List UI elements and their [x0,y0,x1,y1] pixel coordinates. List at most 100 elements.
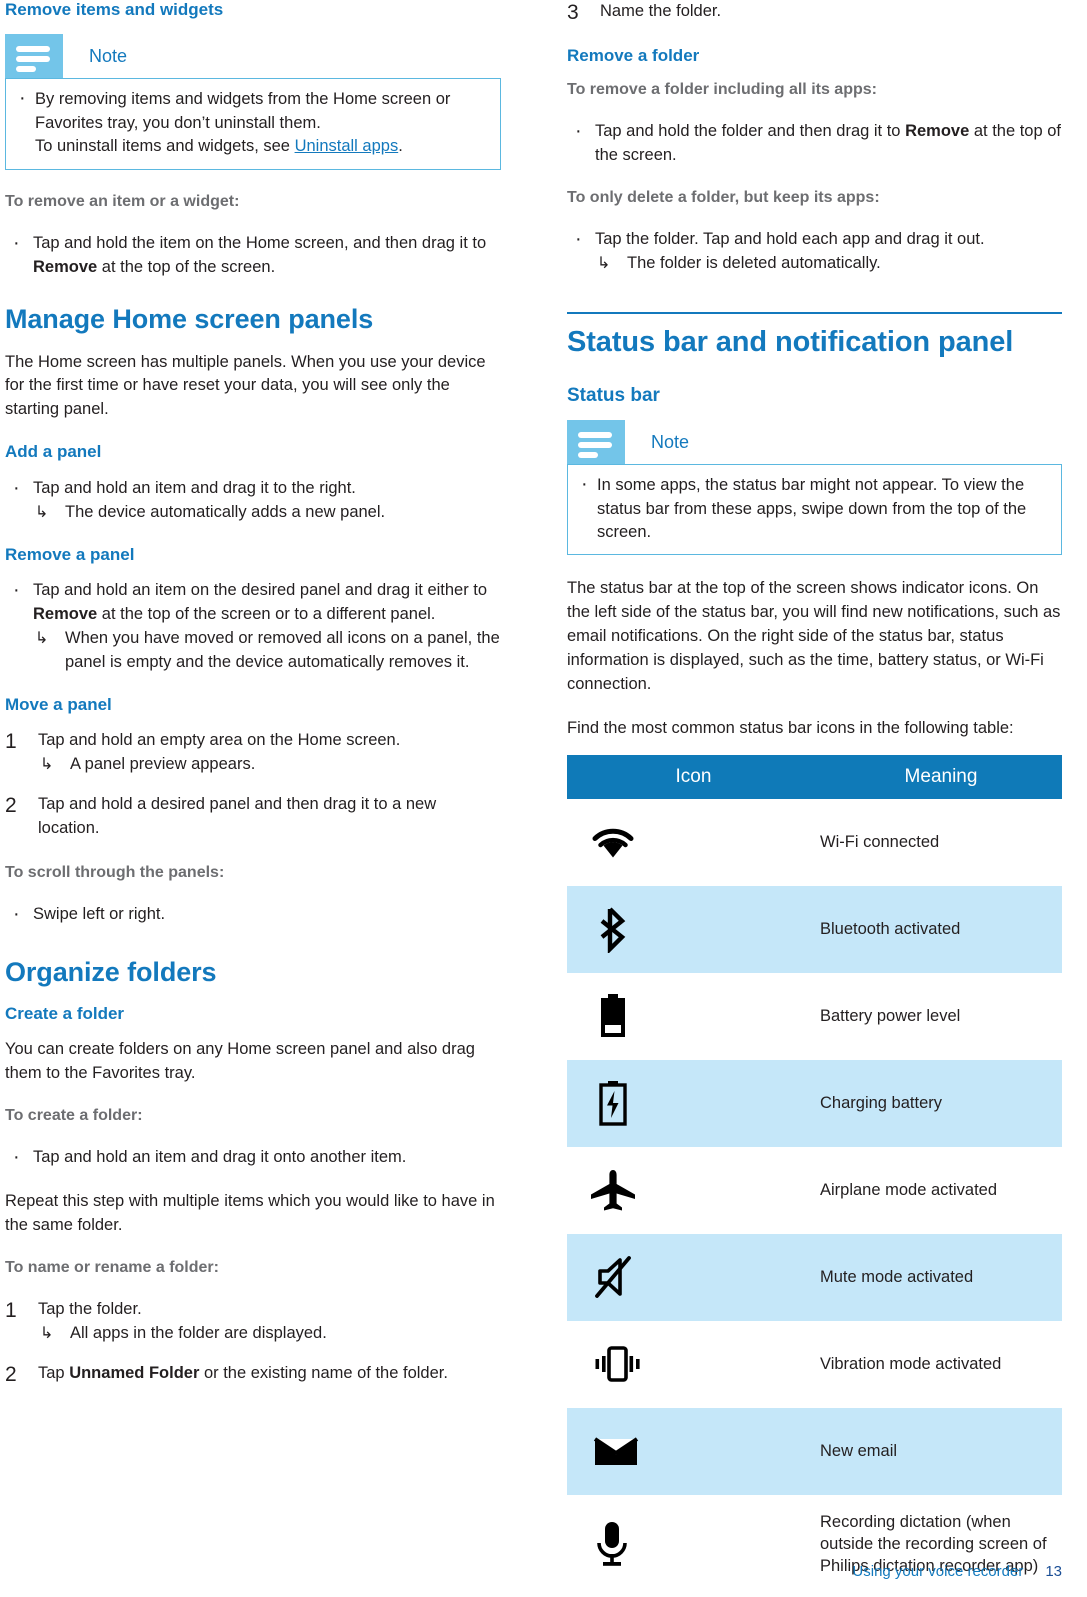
table-row: Battery power level [567,973,1062,1060]
step-number: 3 [567,1,579,24]
mute-icon [567,1233,820,1321]
status-bar-icons-table: Icon Meaning Wi-Fi connected Bluetooth a… [567,754,1062,1593]
bullet-list-remove-panel: Tap and hold an item on the desired pane… [5,576,501,675]
arrow-result: ↳ When you have moved or removed all icon… [33,627,501,675]
bullet-text: Tap the folder. Tap and hold each app an… [595,230,985,249]
note-box-status-bar: Note In some apps, the status bar might … [567,420,1062,556]
arrow-result: ↳ The device automatically adds a new pan… [33,501,501,525]
list-item: Swipe left or right. [5,900,501,929]
table-cell-meaning: Mute mode activated [820,1233,1062,1321]
step-list-name-folder-cont: 3 Name the folder. [567,0,1062,24]
column-header-icon: Icon [567,754,820,799]
list-item: Tap and hold an item and drag it onto an… [5,1143,501,1172]
table-row: Bluetooth activated [567,885,1062,973]
footer-page-number: 13 [1045,1563,1062,1580]
table-row: Vibration mode activated [567,1321,1062,1408]
lead-to-create-a-folder: To create a folder: [5,1106,143,1124]
heading-manage-home-screen-panels: Manage Home screen panels [5,303,374,334]
step-text: Tap the folder. [38,1299,142,1318]
step-number: 2 [5,793,17,817]
note-body: In some apps, the status bar might not a… [567,464,1062,556]
list-item: 3 Name the folder. [567,0,1062,24]
lead-name-or-rename-folder: To name or rename a folder: [5,1258,219,1276]
bullet-text-bold: Remove [905,122,970,141]
step-number: 2 [5,1362,17,1386]
bullet-list-remove-folder: Tap and hold the folder and then drag it… [567,117,1062,168]
table-header-row: Icon Meaning [567,754,1062,799]
note-lines-icon [567,420,625,465]
step-text: Name the folder. [600,2,722,20]
bullet-list-create-folder: Tap and hold an item and drag it onto an… [5,1143,501,1172]
table-cell-meaning: Battery power level [820,1007,961,1026]
bullet-text: Tap and hold an item and drag it to the … [33,478,356,497]
left-column: Remove items and widgets Note By removin… [5,0,501,1405]
wifi-icon [567,799,820,886]
paragraph-status-bar-description: The status bar at the top of the screen … [567,579,1061,694]
arrow-icon: ↳ [40,1324,54,1342]
table-cell-meaning: Charging battery [820,1059,1062,1147]
list-item: Tap and hold the item on the Home screen… [5,229,501,280]
lead-scroll-through-panels: To scroll through the panels: [5,863,225,881]
document-page: Remove items and widgets Note By removin… [0,0,1087,1597]
arrow-result: ↳ The folder is deleted automatically. [595,252,1062,276]
list-item: 2 Tap Unnamed Folder or the existing nam… [5,1362,501,1386]
note-title: Note [651,431,690,452]
bullet-text-pre: Tap and hold the item on the Home screen… [33,233,487,252]
list-item: 1 Tap and hold an empty area on the Home… [5,729,501,777]
list-item: Tap and hold the folder and then drag it… [567,117,1062,168]
subheading-remove-a-panel: Remove a panel [5,544,135,564]
bullet-text-post: at the top of the screen. [97,257,276,276]
table-cell-meaning: Bluetooth activated [820,885,1062,973]
uninstall-apps-link[interactable]: Uninstall apps [295,137,399,155]
arrow-text: The device automatically adds a new pane… [65,502,386,521]
subheading-status-bar: Status bar [567,385,660,407]
right-column: 3 Name the folder. Remove a folder To re… [567,0,1062,1593]
table-cell-meaning: Wi-Fi connected [820,833,940,852]
table-row: New email [567,1407,1062,1495]
note-item-text-2: To uninstall items and widgets, see [35,137,295,156]
note-item: By removing items and widgets from the H… [16,84,490,158]
paragraph-repeat-step: Repeat this step with multiple items whi… [5,1191,495,1234]
vibration-icon [567,1321,820,1408]
table-row: Mute mode activated [567,1233,1062,1321]
table-cell-meaning: Vibration mode activated [820,1355,1002,1374]
column-header-meaning: Meaning [820,754,1062,799]
paragraph-find-icons: Find the most common status bar icons in… [567,719,1014,738]
arrow-text: All apps in the folder are displayed. [70,1323,327,1342]
table-row: Airplane mode activated [567,1147,1062,1234]
arrow-result: ↳ All apps in the folder are displayed. [38,1322,501,1346]
section-divider [567,312,1062,314]
note-lines-icon [5,34,63,79]
note-box-remove-items: Note By removing items and widgets from … [5,34,501,170]
bullet-text-pre: Tap and hold an item on the desired pane… [33,580,488,599]
step-list-move-panel: 1 Tap and hold an empty area on the Home… [5,729,501,841]
bluetooth-icon [567,885,820,973]
subheading-remove-a-folder: Remove a folder [567,45,700,65]
airplane-icon [567,1147,820,1234]
heading-remove-items-and-widgets: Remove items and widgets [5,0,224,19]
subheading-add-a-panel: Add a panel [5,442,102,462]
arrow-result: ↳ A panel preview appears. [38,753,501,777]
step-text: Tap and hold a desired panel and then dr… [38,794,437,837]
note-item: In some apps, the status bar might not a… [578,470,1051,544]
lead-remove-folder-including-apps: To remove a folder including all its app… [567,81,877,99]
arrow-icon: ↳ [35,503,49,521]
page-footer: Using your voice recorder 13 [0,1563,1062,1580]
paragraph-home-screen-panels: The Home screen has multiple panels. Whe… [5,352,486,419]
list-item: Tap the folder. Tap and hold each app an… [567,225,1062,276]
bullet-text-bold: Remove [33,604,98,623]
note-item-period: . [398,137,403,156]
lead-remove-item-or-widget: To remove an item or a widget: [5,192,240,210]
list-item: Tap and hold an item and drag it to the … [5,474,501,525]
note-body: By removing items and widgets from the H… [5,78,501,170]
envelope-icon [567,1407,820,1495]
heading-organize-folders: Organize folders [5,956,217,987]
battery-level-icon [567,973,820,1060]
list-item: 2 Tap and hold a desired panel and then … [5,793,501,841]
bullet-text-post: at the top of the screen or to a differe… [97,604,436,623]
step-number: 1 [5,1298,17,1322]
bullet-list-delete-folder: Tap the folder. Tap and hold each app an… [567,225,1062,276]
list-item: Tap and hold an item on the desired pane… [5,576,501,675]
table-cell-meaning: New email [820,1407,1062,1495]
step-text-post: or the existing name of the folder. [199,1363,448,1382]
